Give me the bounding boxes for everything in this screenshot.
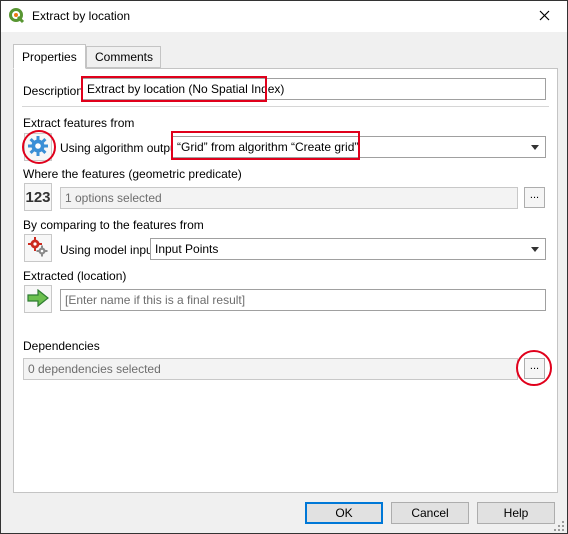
description-field[interactable]: Extract by location (No Spatial Index) — [82, 78, 546, 100]
extracted-output-field[interactable]: [Enter name if this is a final result] — [60, 289, 546, 311]
qgis-logo-icon — [9, 8, 25, 24]
compare-source-button[interactable] — [24, 234, 52, 262]
resize-grip-icon[interactable] — [554, 520, 564, 531]
extract-from-combo[interactable]: “Grid” from algorithm “Create grid” — [172, 136, 546, 158]
close-button[interactable] — [521, 1, 567, 32]
dependencies-label: Dependencies — [23, 339, 100, 353]
close-icon — [539, 10, 550, 24]
algorithm-gear-icon — [27, 135, 49, 160]
output-arrow-icon — [27, 288, 49, 310]
extracted-label: Extracted (location) — [23, 269, 127, 283]
extract-source-label: Using algorithm output — [60, 141, 181, 155]
chevron-down-icon — [531, 247, 539, 252]
dependencies-field[interactable]: 0 dependencies selected — [23, 358, 518, 380]
compare-source-label: Using model input — [60, 243, 157, 257]
predicate-browse-button[interactable]: ... — [524, 187, 545, 208]
predicate-label: Where the features (geometric predicate) — [23, 167, 242, 181]
extract-from-value: “Grid” from algorithm “Create grid” — [177, 140, 359, 154]
extract-source-button[interactable] — [24, 133, 52, 161]
tab-properties[interactable]: Properties — [13, 44, 86, 69]
cancel-button[interactable]: Cancel — [391, 502, 469, 524]
dependencies-browse-button[interactable]: ... — [524, 358, 545, 379]
output-type-button[interactable] — [24, 285, 52, 313]
predicate-field[interactable]: 1 options selected — [60, 187, 518, 209]
window-title: Extract by location — [32, 9, 131, 23]
ok-button[interactable]: OK — [305, 502, 383, 524]
tab-comments[interactable]: Comments — [86, 46, 161, 68]
compare-value: Input Points — [155, 242, 219, 256]
title-bar: Extract by location — [1, 1, 567, 32]
dialog-window: Extract by location Properties Comments … — [0, 0, 568, 534]
compare-label: By comparing to the features from — [23, 218, 204, 232]
description-label: Description — [23, 84, 84, 98]
extract-from-label: Extract features from — [23, 116, 135, 130]
predicate-source-button[interactable]: 123 — [24, 183, 52, 211]
model-input-gears-icon — [27, 236, 49, 261]
separator — [22, 106, 549, 107]
number-source-icon: 123 — [25, 188, 51, 206]
chevron-down-icon — [531, 145, 539, 150]
properties-panel: Description Extract by location (No Spat… — [13, 68, 558, 493]
compare-combo[interactable]: Input Points — [150, 238, 546, 260]
help-button[interactable]: Help — [477, 502, 555, 524]
